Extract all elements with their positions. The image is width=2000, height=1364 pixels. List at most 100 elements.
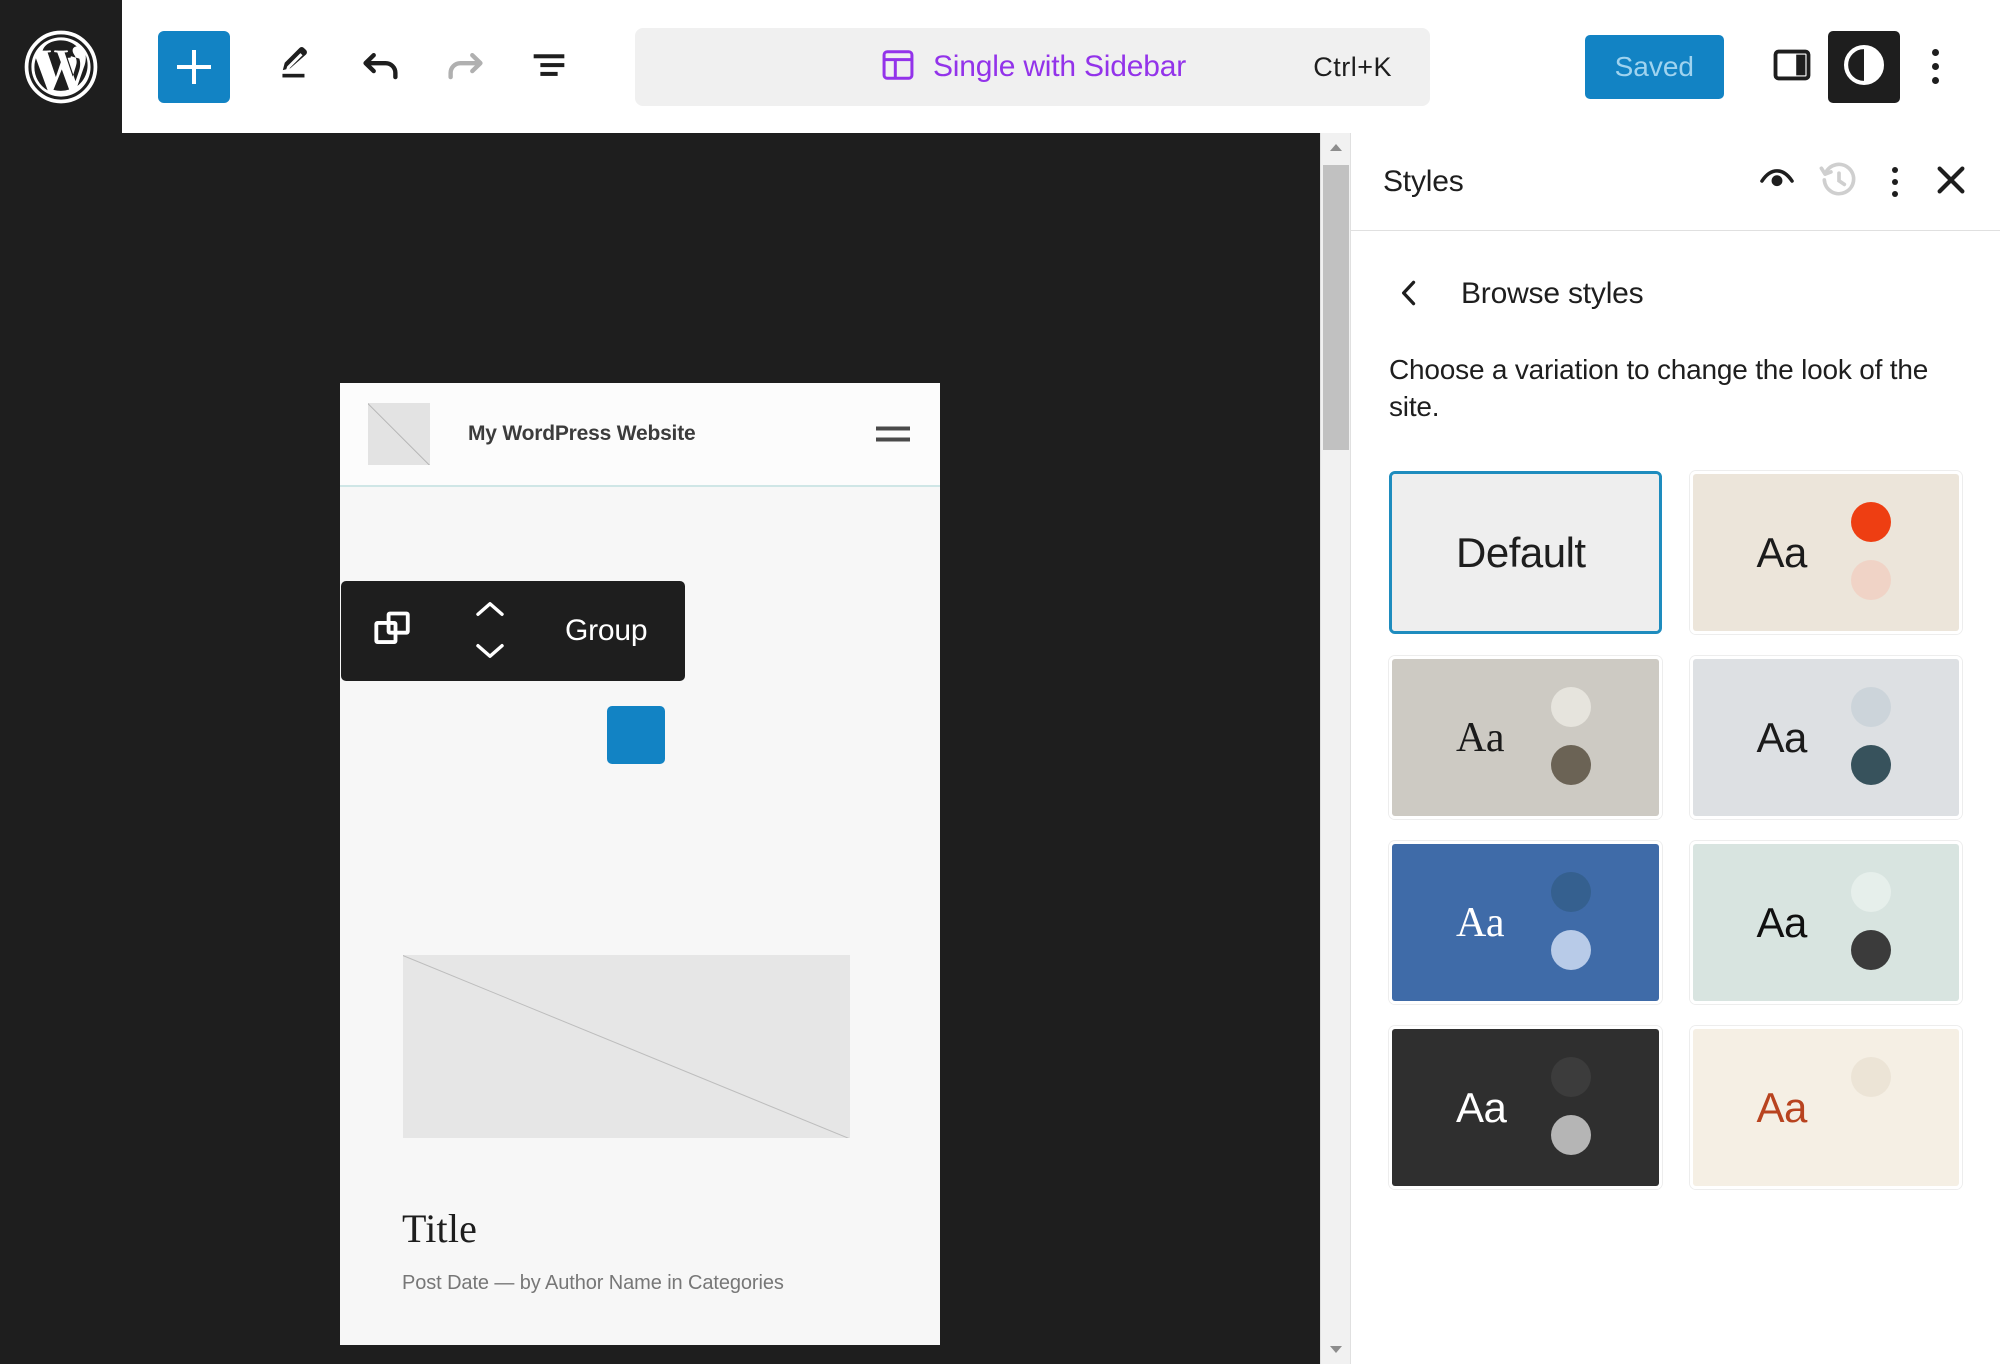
editor-canvas[interactable]: My WordPress Website Title Post Date — b…: [0, 133, 1320, 1364]
style-variations-grid: Default Aa Aa Aa Aa Aa Aa Aa: [1389, 471, 1962, 1190]
template-sidebar-icon: [879, 46, 917, 89]
command-center-button[interactable]: Single with Sidebar Ctrl+K: [635, 28, 1430, 106]
variation-label: Aa: [1456, 714, 1504, 761]
variation-color-dot: [1550, 1057, 1591, 1098]
close-icon: [1930, 159, 1972, 204]
styles-button[interactable]: [1828, 30, 1900, 103]
list-view-icon: [526, 42, 572, 91]
styles-panel-title: Styles: [1383, 164, 1464, 198]
options-kebab-icon: [1931, 63, 1939, 70]
group-block-icon: [370, 607, 416, 656]
site-title: My WordPress Website: [468, 422, 696, 445]
variation-label: Aa: [1756, 528, 1808, 576]
styles-kebab-icon: [1892, 166, 1898, 173]
close-styles-button[interactable]: [1920, 151, 1982, 213]
document-overview-button[interactable]: [518, 36, 580, 98]
move-block-up-button[interactable]: [464, 589, 516, 631]
site-preview-frame[interactable]: My WordPress Website Title Post Date — b…: [340, 383, 940, 1345]
chevron-down-icon: [472, 640, 508, 665]
scroll-down-arrow-icon[interactable]: [1321, 1334, 1351, 1364]
edit-tool-button[interactable]: [266, 36, 328, 98]
styles-more-button[interactable]: [1870, 151, 1920, 213]
back-button[interactable]: [1389, 273, 1431, 315]
site-preview-header[interactable]: My WordPress Website: [340, 383, 940, 485]
variation-color-dot: [1851, 930, 1891, 971]
block-label[interactable]: Group: [525, 614, 685, 648]
image-placeholder-icon: [403, 955, 850, 1138]
variation-label: Aa: [1756, 1083, 1808, 1131]
styles-contrast-icon: [1839, 40, 1889, 93]
browse-styles-title: Browse styles: [1461, 277, 1644, 310]
variation-label: Default: [1456, 528, 1586, 576]
variation-color-dot: [1851, 687, 1891, 728]
styles-sidebar-header: Styles: [1351, 133, 2000, 231]
variation-color-dot: [1851, 872, 1891, 913]
style-variation-card[interactable]: Aa: [1689, 841, 1962, 1005]
style-variation-card[interactable]: Aa: [1389, 1026, 1662, 1190]
variation-color-dot: [1550, 745, 1591, 786]
scrollbar-thumb[interactable]: [1323, 165, 1349, 450]
variation-color-dot: [1851, 502, 1891, 543]
variation-color-dot: [1550, 1115, 1591, 1156]
style-variation-card[interactable]: Aa: [1689, 471, 1962, 635]
plus-icon: [177, 49, 211, 84]
top-bar-left-tools: [122, 0, 580, 133]
style-book-button[interactable]: [1746, 151, 1808, 213]
add-block-button[interactable]: [158, 30, 230, 103]
variation-color-dot: [1550, 930, 1591, 971]
variation-color-dot: [1550, 872, 1591, 913]
variation-label: Aa: [1456, 1083, 1507, 1131]
style-variation-card[interactable]: Default: [1389, 471, 1662, 635]
post-title: Title: [402, 1206, 478, 1251]
settings-sidebar-button[interactable]: [1756, 31, 1828, 103]
block-movers: [455, 586, 525, 676]
undo-arrow-icon: [356, 40, 406, 93]
editor-options-button[interactable]: [1900, 31, 1970, 103]
style-variation-card[interactable]: Aa: [1689, 1026, 1962, 1190]
redo-arrow-icon: [440, 40, 490, 93]
style-variation-card[interactable]: Aa: [1389, 841, 1662, 1005]
editor-body: My WordPress Website Title Post Date — b…: [0, 133, 2000, 1364]
site-logo-placeholder-icon: [368, 403, 430, 465]
wordpress-logo-button[interactable]: [0, 0, 122, 133]
options-kebab-icon: [1931, 49, 1939, 56]
command-center-title: Single with Sidebar: [932, 50, 1187, 83]
wordpress-logo-icon: [22, 28, 100, 106]
revisions-button[interactable]: [1808, 151, 1870, 213]
variation-label: Aa: [1456, 899, 1504, 946]
block-toolbar: Group: [341, 581, 686, 681]
block-type-button[interactable]: [357, 589, 429, 673]
wordpress-site-editor: Single with Sidebar Ctrl+K Saved My Word…: [0, 0, 2000, 1364]
post-meta: Post Date — by Author Name in Categories: [402, 1272, 784, 1294]
variation-color-dot: [1851, 1057, 1891, 1098]
block-inserter-button[interactable]: [607, 706, 665, 764]
canvas-scrollbar[interactable]: [1320, 133, 1351, 1364]
scroll-up-arrow-icon[interactable]: [1321, 133, 1351, 163]
browse-styles-header[interactable]: Browse styles: [1389, 273, 1962, 315]
move-block-down-button[interactable]: [464, 631, 516, 673]
variation-label: Aa: [1756, 713, 1808, 761]
hamburger-menu-icon[interactable]: [876, 426, 910, 442]
styles-kebab-icon: [1892, 178, 1898, 185]
styles-kebab-icon: [1892, 190, 1898, 197]
style-variation-card[interactable]: Aa: [1389, 656, 1662, 820]
save-button[interactable]: Saved: [1584, 34, 1724, 99]
styles-sidebar-content: Browse styles Choose a variation to chan…: [1351, 231, 2000, 1364]
plus-icon: [621, 720, 651, 750]
variation-color-dot: [1550, 687, 1591, 728]
settings-sidebar-icon: [1769, 42, 1815, 91]
browse-styles-description: Choose a variation to change the look of…: [1389, 354, 1929, 423]
styles-sidebar: Styles Browse styles Choose a variation …: [1350, 133, 2000, 1364]
top-bar-right-tools: Saved: [1584, 0, 2000, 133]
command-center-shortcut: Ctrl+K: [1313, 51, 1392, 82]
undo-button[interactable]: [350, 36, 412, 98]
pencil-icon: [274, 42, 320, 91]
options-kebab-icon: [1931, 77, 1939, 84]
editor-top-bar: Single with Sidebar Ctrl+K Saved: [0, 0, 2000, 133]
variation-color-dot: [1851, 560, 1891, 601]
style-variation-card[interactable]: Aa: [1689, 656, 1962, 820]
variation-label: Aa: [1756, 898, 1808, 946]
chevron-up-icon: [472, 598, 508, 623]
redo-button[interactable]: [434, 36, 496, 98]
revisions-history-icon: [1817, 158, 1861, 205]
